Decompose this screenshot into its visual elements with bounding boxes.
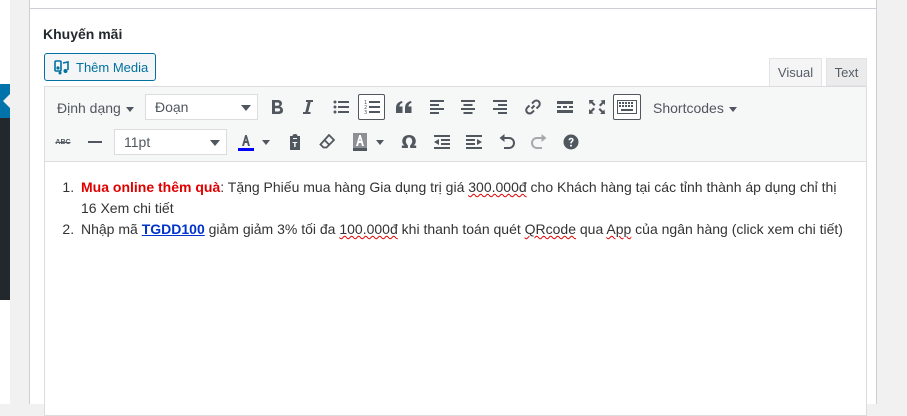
bold-icon	[272, 100, 283, 114]
italic-icon	[303, 100, 313, 114]
promotion-metabox: Khuyến mãi Thêm Media Visual Text Định d…	[29, 0, 877, 416]
svg-text:T: T	[293, 141, 298, 149]
list-item: Mua online thêm quà: Tặng Phiếu mua hàng…	[78, 177, 853, 219]
right-gutter	[878, 0, 907, 404]
bullet-list-icon	[333, 100, 349, 114]
link-button[interactable]	[521, 94, 545, 120]
background-color-dropdown[interactable]	[373, 129, 387, 155]
promotion-list: Mua online thêm quà: Tặng Phiếu mua hàng…	[78, 177, 853, 240]
add-media-label: Thêm Media	[76, 59, 149, 75]
read-more-button[interactable]	[553, 94, 577, 120]
metabox-divider	[30, 8, 876, 9]
formats-label: Định dạng	[57, 100, 121, 116]
app-text: App	[606, 221, 632, 237]
redo-icon	[531, 134, 547, 149]
chevron-down-icon	[210, 140, 220, 146]
paste-text-icon: T	[290, 134, 300, 150]
amount-text: 100.000đ	[339, 221, 398, 237]
toolbar-toggle-icon	[617, 100, 637, 114]
help-icon	[563, 134, 579, 150]
redo-button[interactable]	[527, 129, 551, 155]
numbered-list-icon: 123	[364, 100, 380, 115]
align-left-icon	[430, 100, 444, 114]
strikethrough-icon: ABC	[55, 138, 71, 146]
outdent-icon	[434, 135, 450, 149]
horizontal-line-icon	[88, 141, 102, 143]
special-character-icon: Ω	[401, 131, 417, 153]
shortcodes-dropdown[interactable]: Shortcodes	[653, 100, 737, 116]
qrcode-text: QRcode	[524, 221, 576, 237]
undo-button[interactable]	[495, 129, 519, 155]
text-color-dropdown[interactable]	[259, 129, 273, 155]
italic-button[interactable]	[296, 94, 320, 120]
help-button[interactable]	[559, 129, 583, 155]
clear-formatting-button[interactable]	[315, 129, 339, 155]
svg-text:3: 3	[364, 110, 367, 115]
fullscreen-icon	[589, 100, 605, 114]
strikethrough-button[interactable]: ABC	[51, 129, 75, 155]
toolbar-row-1: Định dạng Đoạn 123 Shortcodes	[45, 89, 866, 125]
bullet-list-button[interactable]	[329, 94, 353, 120]
chevron-down-icon	[262, 139, 270, 145]
shortcodes-label: Shortcodes	[653, 100, 724, 116]
chevron-down-icon	[241, 105, 251, 111]
align-right-button[interactable]	[488, 94, 512, 120]
text-color-button[interactable]	[233, 129, 259, 155]
align-center-icon	[461, 100, 475, 114]
editor-toolbar: Định dạng Đoạn 123 Shortcodes ABC 11pt T…	[45, 87, 866, 162]
fullscreen-button[interactable]	[585, 94, 609, 120]
numbered-list-button[interactable]: 123	[358, 94, 385, 120]
undo-icon	[499, 134, 515, 149]
clear-formatting-icon	[319, 134, 335, 149]
align-center-button[interactable]	[456, 94, 480, 120]
block-format-value: Đoạn	[155, 99, 189, 115]
read-more-icon	[557, 101, 573, 113]
chevron-down-icon	[376, 139, 384, 145]
formats-dropdown[interactable]: Định dạng	[57, 100, 134, 116]
metabox-title: Khuyến mãi	[43, 26, 123, 42]
link-icon	[525, 99, 541, 115]
indent-button[interactable]	[462, 129, 486, 155]
paste-text-button[interactable]: T	[283, 129, 307, 155]
toolbar-row-2: ABC 11pt T Ω	[45, 124, 866, 160]
tab-text[interactable]: Text	[826, 58, 867, 86]
chevron-down-icon	[728, 106, 737, 112]
special-character-button[interactable]: Ω	[397, 129, 421, 155]
list-item: Nhập mã TGDD100 giảm giảm 3% tối đa 100.…	[78, 219, 853, 240]
current-menu-arrow-icon	[3, 94, 10, 108]
block-format-select[interactable]: Đoạn	[145, 94, 258, 120]
media-icon	[54, 60, 69, 75]
text-color-icon	[238, 135, 254, 151]
align-left-button[interactable]	[425, 94, 449, 120]
wysiwyg-editor: Định dạng Đoạn 123 Shortcodes ABC 11pt T…	[44, 86, 867, 416]
background-color-button[interactable]	[347, 129, 373, 155]
blockquote-icon	[396, 101, 412, 113]
tab-visual[interactable]: Visual	[769, 58, 822, 86]
promo-code: TGDD100	[141, 221, 205, 237]
admin-sidebar-strip	[0, 0, 10, 404]
outdent-button[interactable]	[430, 129, 454, 155]
font-size-value: 11pt	[124, 134, 151, 150]
background-color-icon	[353, 133, 367, 151]
font-size-select[interactable]: 11pt	[114, 129, 227, 155]
add-media-button[interactable]: Thêm Media	[44, 53, 156, 81]
toolbar-toggle-button[interactable]	[613, 94, 641, 120]
chevron-down-icon	[125, 106, 134, 112]
bold-button[interactable]	[265, 94, 289, 120]
blockquote-button[interactable]	[392, 94, 416, 120]
indent-icon	[466, 135, 482, 149]
align-right-icon	[493, 100, 507, 114]
horizontal-line-button[interactable]	[83, 129, 107, 155]
editor-content-area[interactable]: Mua online thêm quà: Tặng Phiếu mua hàng…	[45, 162, 866, 415]
amount-text: 300.000đ	[468, 179, 527, 195]
promo-highlight: Mua online thêm quà	[81, 179, 221, 195]
